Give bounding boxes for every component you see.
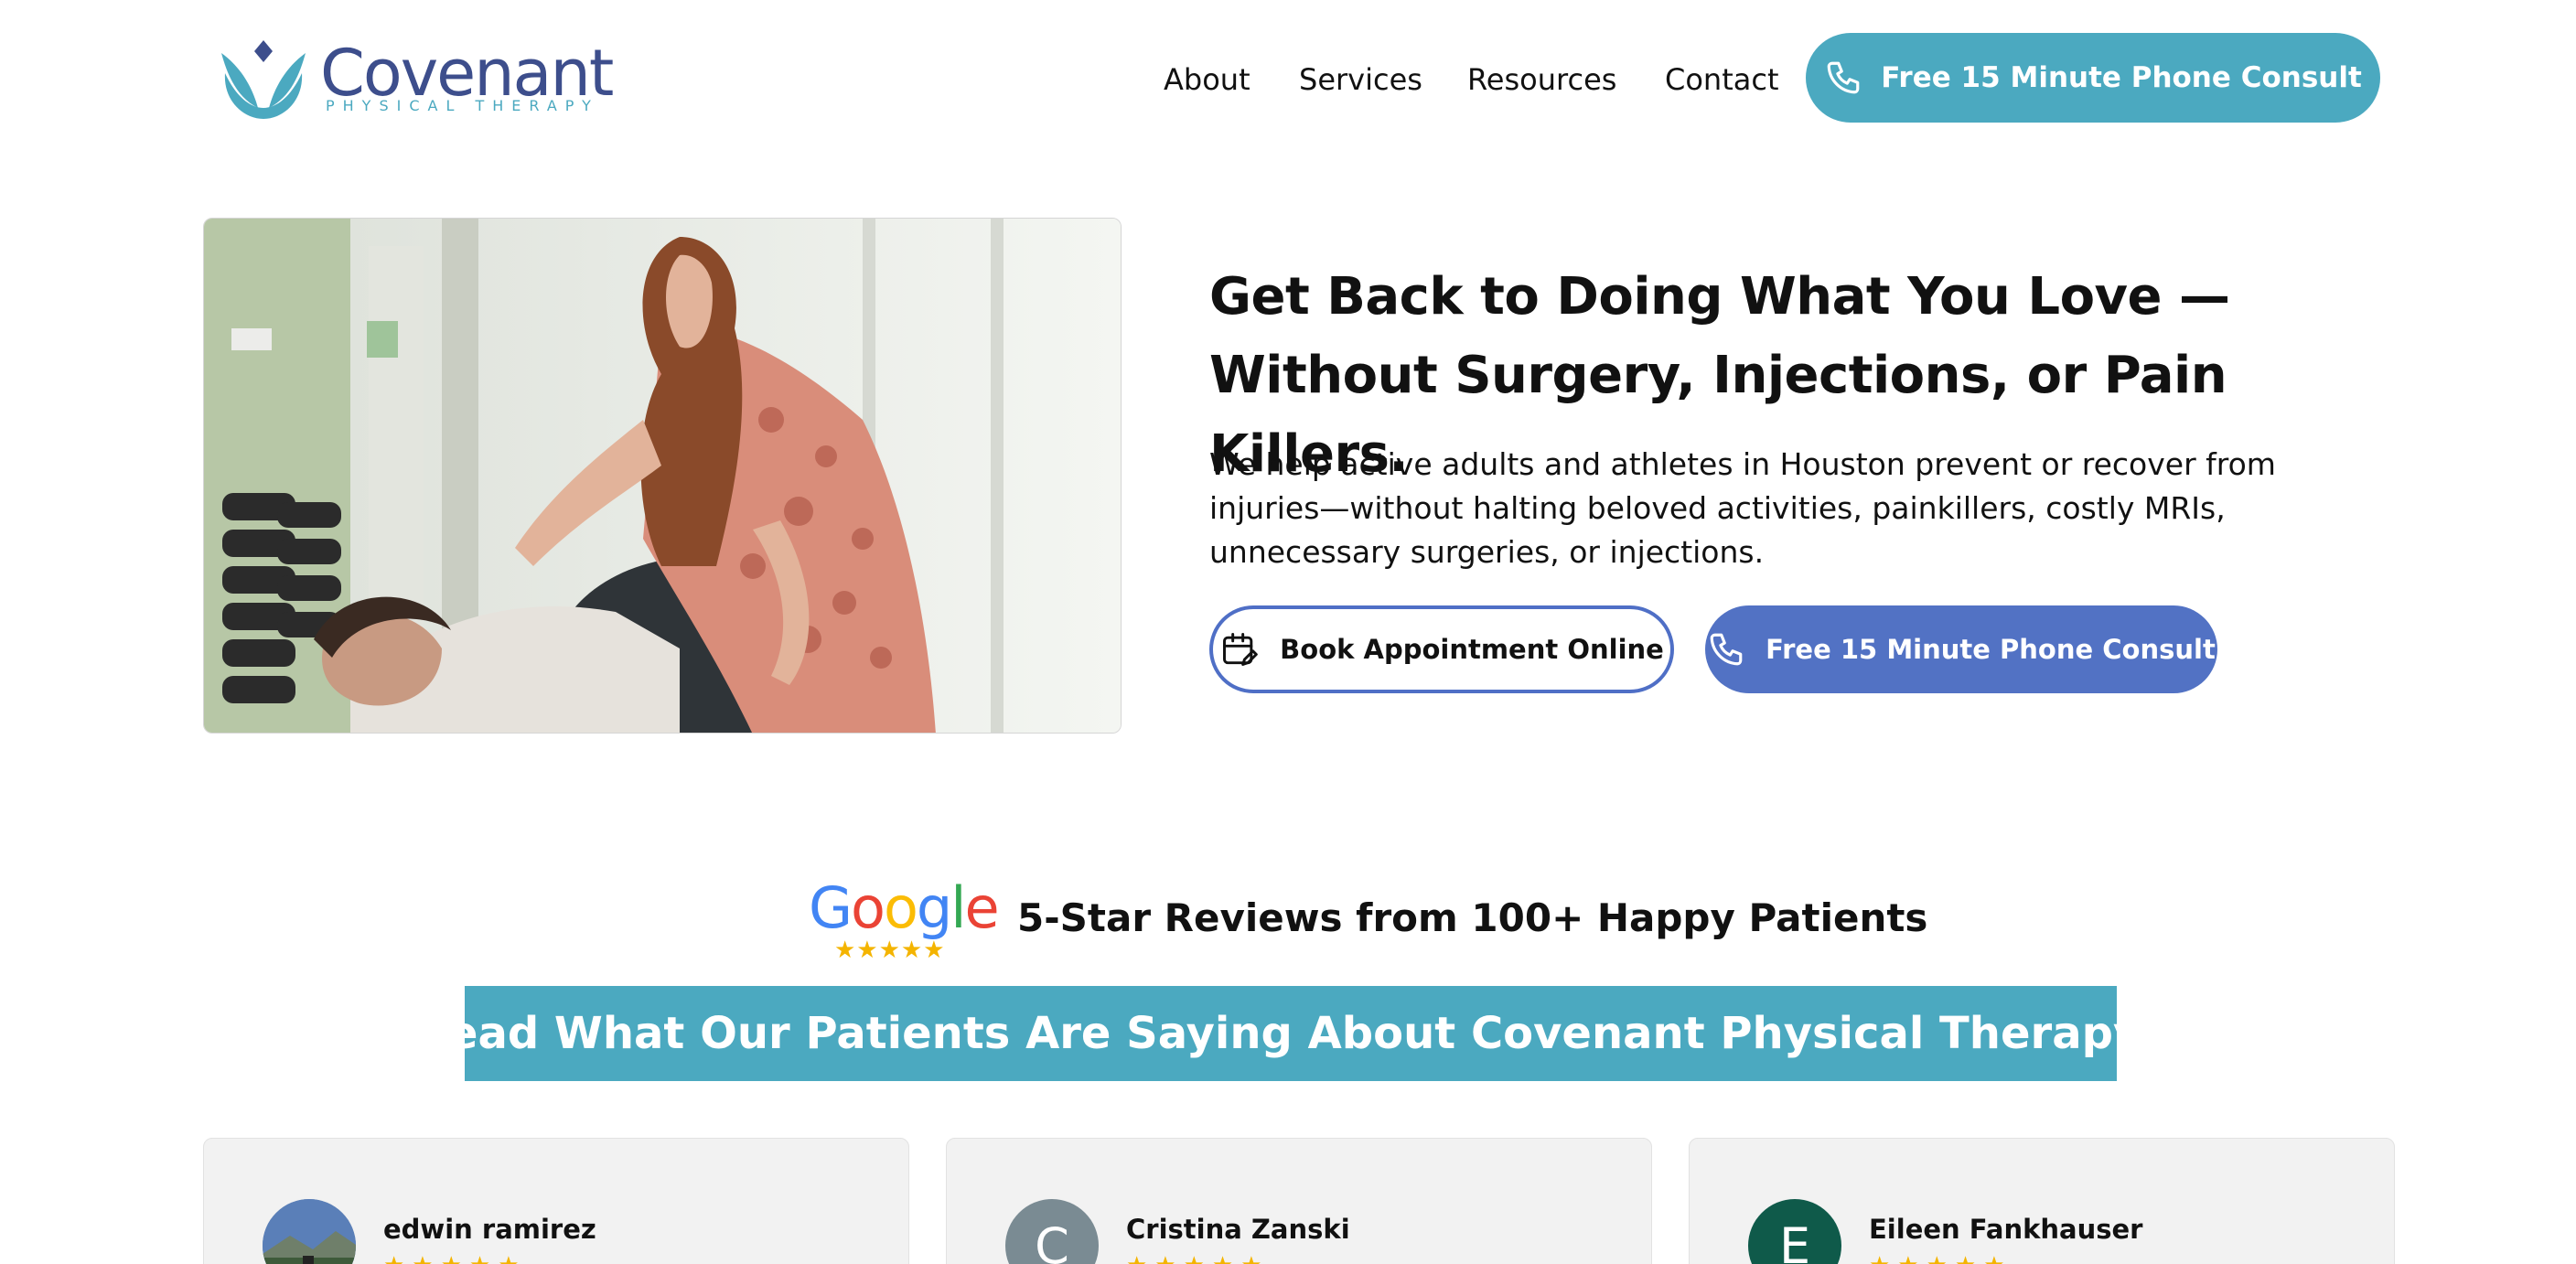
phone-icon — [1827, 61, 1860, 94]
review-card: E Eileen Fankhauser ★★★★★ — [1689, 1138, 2395, 1264]
book-button-label: Book Appointment Online — [1280, 634, 1664, 665]
therapy-session-image — [204, 219, 1121, 733]
google-rating-stars: ★★★★★ — [834, 937, 946, 964]
nav-link-services[interactable]: Services — [1299, 57, 1422, 102]
reviewer-avatar: C — [1005, 1199, 1099, 1264]
phone-icon — [1710, 633, 1743, 666]
review-card: edwin ramirez ★★★★★ — [203, 1138, 909, 1264]
google-reviews-logo: Google ★★★★★ — [809, 878, 1000, 965]
logo-tagline: PHYSICAL THERAPY — [326, 97, 599, 114]
calendar-edit-icon — [1223, 633, 1258, 666]
testimonials-banner: Read What Our Patients Are Saying About … — [414, 986, 2167, 1081]
phone-consult-button[interactable]: Free 15 Minute Phone Consult — [1705, 605, 2217, 693]
review-card: C Cristina Zanski ★★★★★ — [946, 1138, 1652, 1264]
google-wordmark: Google — [809, 874, 1000, 941]
reviewer-name: edwin ramirez — [383, 1214, 596, 1245]
reviewer-name: Eileen Fankhauser — [1869, 1214, 2143, 1245]
reviewer-avatar — [263, 1199, 356, 1264]
review-stars: ★★★★★ — [1126, 1252, 1270, 1264]
header-cta-label: Free 15 Minute Phone Consult — [1881, 61, 2362, 94]
reviewer-photo — [263, 1199, 356, 1264]
review-stars: ★★★★★ — [1869, 1252, 2012, 1264]
covenant-logo[interactable]: Covenant PHYSICAL THERAPY — [218, 37, 614, 128]
review-stars: ★★★★★ — [383, 1252, 527, 1264]
reviewer-name: Cristina Zanski — [1126, 1214, 1350, 1245]
nav-link-about[interactable]: About — [1164, 57, 1250, 102]
consult-button-label: Free 15 Minute Phone Consult — [1766, 634, 2216, 665]
nav-link-contact[interactable]: Contact — [1665, 57, 1779, 102]
hero-photo — [203, 218, 1122, 734]
lotus-logo-icon — [221, 40, 306, 119]
avatar-letter: C — [1035, 1216, 1069, 1264]
nav-link-resources[interactable]: Resources — [1467, 57, 1616, 102]
banner-text: Read What Our Patients Are Saying About … — [413, 1008, 2168, 1059]
reviews-heading: 5-Star Reviews from 100+ Happy Patients — [1017, 895, 1928, 940]
book-appointment-button[interactable]: Book Appointment Online — [1209, 605, 1674, 693]
header-phone-consult-button[interactable]: Free 15 Minute Phone Consult — [1806, 33, 2380, 123]
reviewer-avatar: E — [1748, 1199, 1841, 1264]
hero-description: We help active adults and athletes in Ho… — [1209, 446, 2276, 570]
avatar-letter: E — [1778, 1216, 1811, 1264]
